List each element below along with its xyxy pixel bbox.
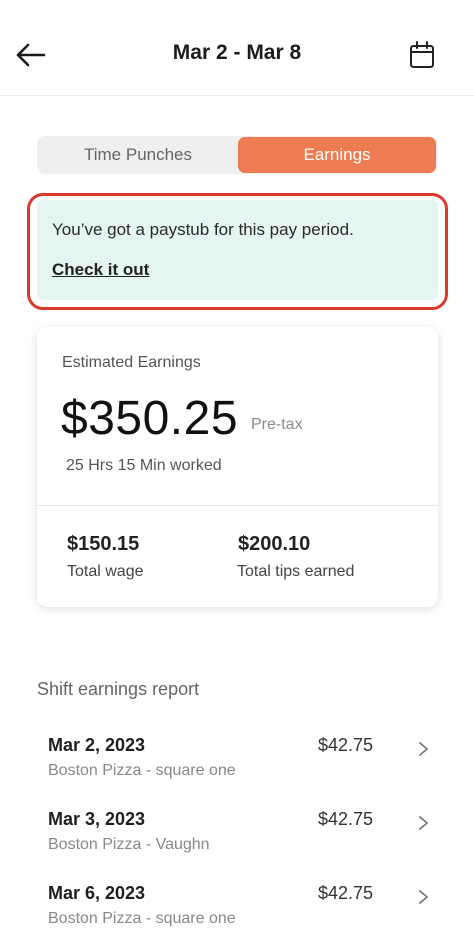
notice-text: You’ve got a paystub for this pay period… <box>52 220 354 239</box>
shift-date: Mar 6, 2023 <box>48 883 146 903</box>
total-wage-value: $150.15 <box>67 533 140 555</box>
shift-date: Mar 3, 2023 <box>48 809 146 829</box>
tab-earnings[interactable]: Earnings <box>238 137 436 173</box>
shift-location: Boston Pizza - square one <box>48 762 236 779</box>
estimated-earnings-card: Estimated Earnings $350.25 Pre-tax 25 Hr… <box>37 327 438 607</box>
shift-row[interactable]: Mar 6, 2023 Boston Pizza - square one $4… <box>0 883 474 943</box>
page-title: Mar 2 - Mar 8 <box>172 41 302 64</box>
earnings-screen: Mar 2 - Mar 8 Time Punches Earnings You’… <box>0 0 474 943</box>
shift-location: Boston Pizza - Vaughn <box>48 836 210 853</box>
card-divider <box>37 505 438 506</box>
shift-date: Mar 2, 2023 <box>48 735 146 755</box>
shift-report-title: Shift earnings report <box>37 679 200 699</box>
chevron-right-icon <box>419 816 428 830</box>
pretax-label: Pre-tax <box>251 416 303 433</box>
total-wage-label: Total wage <box>67 563 144 580</box>
hours-worked: 25 Hrs 15 Min worked <box>66 457 222 474</box>
total-tips-label: Total tips earned <box>237 563 355 580</box>
shift-row[interactable]: Mar 3, 2023 Boston Pizza - Vaughn $42.75 <box>0 809 474 871</box>
shift-row[interactable]: Mar 2, 2023 Boston Pizza - square one $4… <box>0 735 474 797</box>
chevron-right-icon <box>419 742 428 756</box>
check-it-out-link[interactable]: Check it out <box>52 260 149 280</box>
header: Mar 2 - Mar 8 <box>0 0 474 96</box>
estimated-earnings-label: Estimated Earnings <box>62 354 201 371</box>
calendar-icon <box>410 41 434 68</box>
paystub-notice: You’ve got a paystub for this pay period… <box>37 200 438 300</box>
shift-amount: $42.75 <box>318 883 374 903</box>
shift-amount: $42.75 <box>318 735 374 755</box>
tab-time-punches[interactable]: Time Punches <box>39 137 237 173</box>
total-tips-value: $200.10 <box>238 533 311 555</box>
earnings-amount: $350.25 <box>61 392 239 445</box>
view-tabs: Time Punches Earnings <box>37 136 438 174</box>
chevron-right-icon <box>419 890 428 904</box>
shift-location: Boston Pizza - square one <box>48 910 236 927</box>
calendar-button[interactable] <box>408 40 436 70</box>
shift-amount: $42.75 <box>318 809 374 829</box>
